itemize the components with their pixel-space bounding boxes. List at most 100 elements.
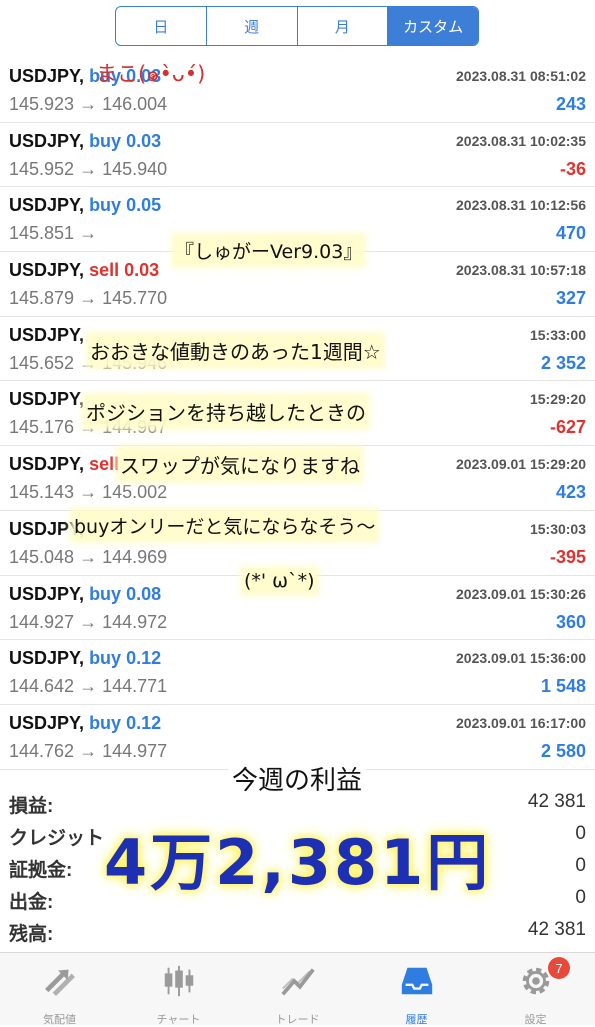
trade-row[interactable]: USDJPY, buy 0.03 2023.08.31 10:02:35 145.9… [0, 123, 595, 188]
close-price: 144.977 [102, 740, 168, 761]
quotes-arrows-icon [41, 962, 79, 1005]
close-price: 146.004 [102, 94, 168, 114]
trade-time: 2023.09.01 15:36:00 [456, 650, 586, 667]
trade-prices: 145.143 → 145.002 [9, 482, 167, 503]
summary-row: 残高: 42 381 [0, 914, 595, 946]
trade-row[interactable]: USDJPY, sell 2023.09.01 15:29:20 145.143 … [0, 446, 595, 511]
trade-prices: 145.851 → [9, 223, 97, 244]
trade-time: 15:29:20 [529, 391, 586, 408]
trade-row[interactable]: USDJPY, buy 0.08 2023.09.01 15:30:26 144.9… [0, 576, 595, 641]
trade-lots: 0.12 [126, 712, 162, 733]
trade-symbol-line: USDJPY, buy 0.08 [9, 584, 161, 605]
trade-side: sell [89, 454, 120, 475]
tab-0[interactable]: 気配値 [0, 953, 119, 1026]
trade-symbol: USDJPY, [9, 648, 85, 669]
trade-symbol-line: USDJPY, [9, 519, 84, 540]
trade-symbol: USDJPY, [9, 130, 85, 151]
open-price: 144.927 [9, 611, 75, 632]
trade-prices: 145.923 → 146.004 [9, 94, 167, 115]
tab-3[interactable]: 履歴 [357, 953, 476, 1026]
tab-1[interactable]: チャート [119, 953, 238, 1026]
trade-lots: 0.03 [126, 130, 162, 151]
price-arrow: → [79, 158, 98, 179]
trade-profit: 243 [555, 94, 586, 114]
tab-label: 設定 [524, 1014, 547, 1026]
period-tab-1[interactable]: 週 [207, 7, 298, 45]
summary-value: 42 381 [527, 791, 586, 812]
summary-label: クレジット [9, 828, 105, 849]
trade-symbol: USDJPY, [9, 518, 85, 539]
open-price: 145.176 [9, 417, 75, 438]
open-price: 145.652 [9, 352, 75, 373]
trade-symbol-line: USDJPY, buy 0.12 [9, 648, 161, 669]
history-inbox-icon [398, 962, 436, 1005]
trade-time: 2023.08.31 10:02:35 [456, 132, 586, 149]
summary-value: 42 381 [527, 919, 586, 940]
trade-symbol: USDJPY, [9, 712, 85, 733]
open-price: 145.851 [9, 223, 75, 244]
open-price: 145.048 [9, 546, 75, 567]
trade-side: buy [89, 583, 122, 604]
header: 日週月カスタム [0, 0, 595, 58]
trade-row[interactable]: USDJPY, buy 0.03 2023.08.31 08:51:02 145.9… [0, 58, 595, 123]
trade-side: buy [89, 66, 122, 86]
summary-value: 0 [575, 855, 586, 876]
trade-row[interactable]: USDJPY, buy 0.12 2023.09.01 15:36:00 144.6… [0, 640, 595, 705]
trade-symbol: USDJPY, [9, 260, 85, 281]
trade-side: buy [89, 712, 122, 733]
summary-label: 残高: [9, 924, 54, 945]
trade-side: buy [89, 195, 122, 216]
trade-time: 2023.09.01 15:30:26 [456, 585, 586, 602]
summary-value: 0 [575, 823, 586, 844]
price-arrow: → [79, 288, 98, 309]
trade-symbol: USDJPY, [9, 583, 85, 604]
tab-2[interactable]: トレード [238, 953, 357, 1026]
trade-row[interactable]: USDJPY, buy 0.12 2023.09.01 16:17:00 144.7… [0, 705, 595, 770]
price-arrow: → [79, 611, 98, 632]
period-tab-0[interactable]: 日 [116, 7, 207, 45]
trade-symbol-line: USDJPY, buy 0.05 [9, 195, 161, 216]
trade-time: 2023.09.01 15:29:20 [456, 456, 586, 473]
trade-row[interactable]: USDJPY, 15:33:00 145.652 → 145.946 2 352 [0, 317, 595, 382]
open-price: 144.642 [9, 676, 75, 697]
trade-symbol: USDJPY, [9, 195, 85, 216]
period-tab-2[interactable]: 月 [298, 7, 389, 45]
history-list: USDJPY, buy 0.03 2023.08.31 08:51:02 145.9… [0, 58, 595, 770]
open-price: 145.952 [9, 158, 75, 179]
trade-lots: 0.08 [126, 583, 162, 604]
price-arrow: → [79, 546, 98, 567]
open-price: 145.923 [9, 94, 75, 114]
trade-row[interactable]: USDJPY, 15:29:20 145.176 → 144.967 -627 [0, 381, 595, 447]
summary-row: 出金: 0 [0, 882, 595, 914]
close-price: 145.002 [102, 482, 168, 503]
trade-prices: 144.762 → 144.977 [9, 741, 167, 762]
close-price: 145.946 [102, 352, 168, 373]
trade-row[interactable]: USDJPY, sell 0.03 2023.08.31 10:57:18 145.… [0, 252, 595, 317]
open-price: 145.143 [9, 482, 75, 503]
trade-side: buy [89, 130, 122, 151]
trade-symbol-line: USDJPY, [9, 389, 84, 410]
price-arrow: → [79, 352, 98, 373]
trade-side: buy [89, 648, 122, 669]
trade-profit: 470 [555, 223, 586, 244]
tab-label: 気配値 [43, 1014, 76, 1026]
close-price: 145.770 [102, 288, 168, 309]
close-price: 144.771 [102, 676, 168, 697]
trade-profit: 423 [555, 482, 586, 503]
trade-prices: 145.652 → 145.946 [9, 353, 167, 374]
summary-label: 証拠金: [9, 860, 73, 881]
trade-row[interactable]: USDJPY, buy 0.05 2023.08.31 10:12:56 145.8… [0, 187, 595, 253]
tab-4[interactable]: 設定 [476, 953, 595, 1026]
period-tab-3[interactable]: カスタム [388, 7, 478, 45]
trade-profit: -627 [549, 417, 586, 438]
price-arrow: → [79, 223, 98, 244]
trade-time: 2023.09.01 16:17:00 [456, 714, 586, 731]
summary-label: 損益: [9, 796, 54, 817]
trade-prices: 144.927 → 144.972 [9, 612, 167, 633]
period-segmented-control: 日週月カスタム [115, 6, 479, 46]
trade-symbol: USDJPY, [9, 454, 85, 475]
trade-row[interactable]: USDJPY, 15:30:03 145.048 → 144.969 -395 [0, 511, 595, 576]
trade-chart-icon [279, 962, 317, 1005]
tab-label: 履歴 [405, 1014, 428, 1026]
trade-symbol-line: USDJPY, buy 0.12 [9, 713, 161, 734]
